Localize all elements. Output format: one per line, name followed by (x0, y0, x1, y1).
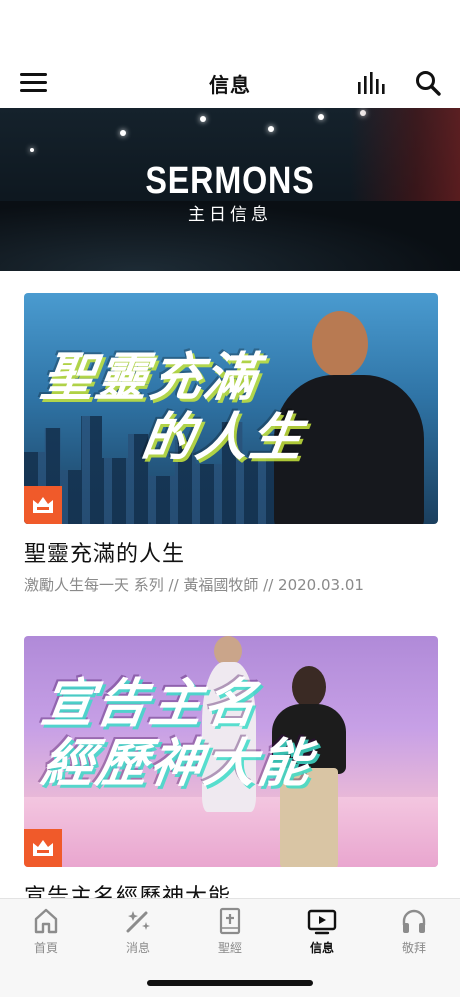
menu-icon[interactable] (20, 72, 48, 94)
tab-label: 首頁 (33, 941, 58, 955)
banner-subtitle: 主日信息 (188, 205, 272, 225)
bible-icon (219, 907, 241, 935)
thumbnail-title-line2: 經歷神大能 (37, 734, 317, 794)
tab-label: 信息 (309, 941, 334, 955)
church-logo-badge (24, 829, 62, 867)
tab-label: 敬拜 (401, 941, 426, 955)
sermon-meta: 激勵人生每一天 系列 // 黃福國牧師 // 2020.03.01 (24, 576, 364, 594)
home-icon (34, 908, 58, 934)
sermon-title[interactable]: 聖靈充滿的人生 (24, 536, 438, 568)
tab-sermons[interactable]: 信息 (290, 907, 354, 959)
search-icon[interactable] (414, 69, 442, 97)
church-logo-badge (24, 486, 62, 524)
status-bar (0, 0, 460, 58)
crown-icon (33, 497, 53, 513)
page-title: 信息 (209, 72, 251, 97)
tab-worship[interactable]: 敬拜 (382, 907, 446, 959)
sermons-banner: SERMONS (0, 108, 460, 271)
tab-label: 聖經 (217, 941, 242, 955)
tv-icon (307, 909, 337, 935)
tab-home[interactable]: 首頁 (14, 907, 78, 959)
tab-bible[interactable]: 聖經 (198, 907, 262, 959)
app-bar: 信息 (0, 58, 460, 108)
home-indicator (147, 980, 313, 986)
thumbnail-title-line1: 聖靈充滿 (37, 348, 263, 408)
sermon-thumbnail[interactable]: 聖靈充滿 的人生 (24, 293, 438, 524)
crown-icon (33, 840, 53, 856)
sermon-card[interactable]: 宣告主名 經歷神大能 宣告主名經歷神大能 (24, 636, 438, 911)
thumbnail-title-line2: 的人生 (137, 408, 309, 468)
audio-equalizer-icon[interactable] (356, 70, 390, 96)
sermon-thumbnail[interactable]: 宣告主名 經歷神大能 (24, 636, 438, 867)
tab-label: 消息 (125, 941, 150, 955)
thumbnail-title-line1: 宣告主名 (37, 674, 263, 734)
headphones-icon (402, 909, 426, 933)
sparkle-icon (126, 911, 150, 933)
banner-title: SERMONS (145, 160, 315, 202)
sermon-card[interactable]: 聖靈充滿 的人生 聖靈充滿的人生 激勵人生每一天 系列 // 黃福國牧師 // … (24, 293, 438, 595)
tab-news[interactable]: 消息 (106, 907, 170, 959)
